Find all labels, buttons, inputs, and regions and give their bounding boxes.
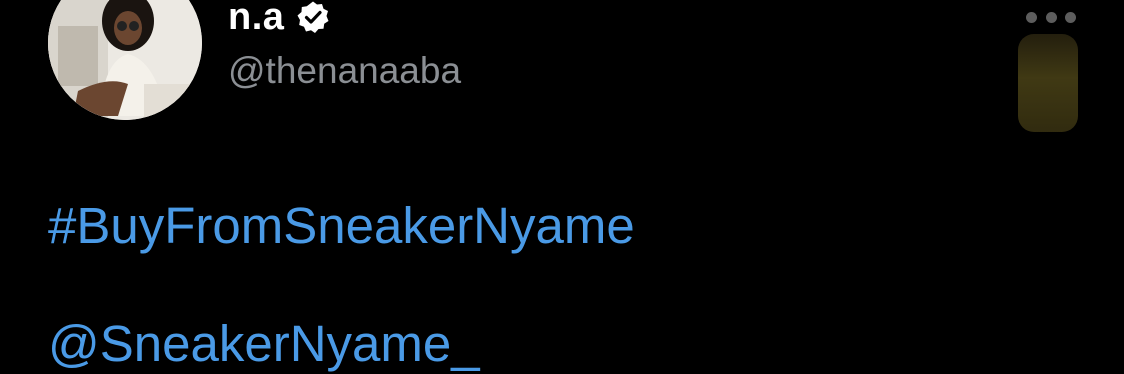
verified-badge-icon [296,0,330,34]
more-options-button[interactable] [1026,6,1076,28]
mention-link[interactable]: @SneakerNyame_ [48,314,480,373]
profile-photo-icon [48,0,202,120]
ellipsis-horizontal-icon [1026,11,1037,23]
ellipsis-dot [1045,11,1057,23]
display-name-row[interactable]: n.a [228,0,330,42]
user-handle[interactable]: @thenanaaba [228,50,461,92]
ellipsis-dot [1065,11,1076,23]
display-name[interactable]: n.a [228,0,284,39]
screen-glare [1018,34,1078,132]
avatar[interactable] [48,0,202,120]
hashtag-link[interactable]: #BuyFromSneakerNyame [48,196,635,255]
